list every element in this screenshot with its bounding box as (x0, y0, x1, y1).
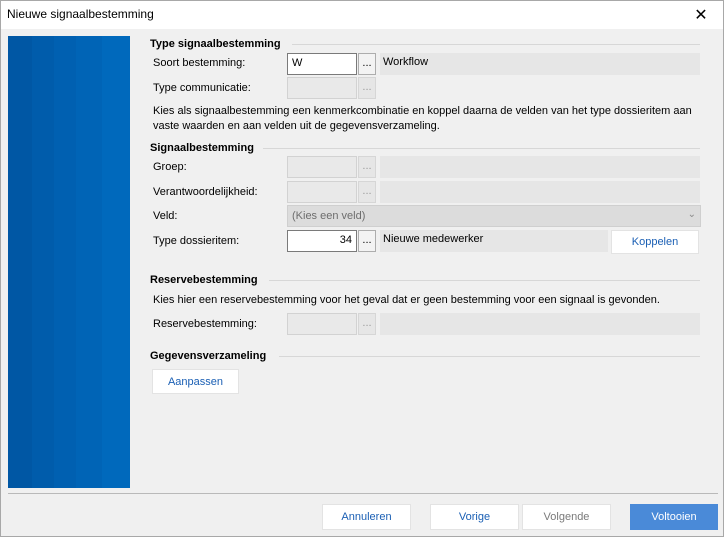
window-title: Nieuwe signaalbestemming (7, 7, 154, 21)
soort-bestemming-label: Soort bestemming: (153, 57, 246, 69)
reservebestemming-description (380, 313, 700, 335)
reservebestemming-input[interactable] (287, 313, 357, 335)
title-bar: Nieuwe signaalbestemming ✕ (1, 1, 723, 29)
type-communicatie-browse-button[interactable]: ... (358, 77, 376, 99)
verantwoordelijkheid-browse-button[interactable]: ... (358, 181, 376, 203)
veld-select-value: (Kies een veld) (292, 210, 366, 222)
veld-label: Veld: (153, 210, 178, 222)
type-dossieritem-description: Nieuwe medewerker (380, 230, 608, 252)
section-divider (279, 356, 700, 357)
type-description-text: Kies als signaalbestemming een kenmerkco… (153, 105, 692, 132)
verantwoordelijkheid-description (380, 181, 700, 203)
type-dossieritem-label: Type dossieritem: (153, 235, 240, 247)
aanpassen-button[interactable]: Aanpassen (152, 369, 239, 394)
reserve-description-text: Kies hier een reservebestemming voor het… (153, 294, 660, 306)
section-title-signaal: Signaalbestemming (150, 142, 254, 154)
vorige-button[interactable]: Vorige (430, 504, 519, 530)
reservebestemming-label: Reservebestemming: (153, 318, 257, 330)
section-title-type: Type signaalbestemming (150, 38, 281, 50)
soort-bestemming-input[interactable]: W (287, 53, 357, 75)
section-title-gegevens: Gegevensverzameling (150, 350, 267, 362)
annuleren-button[interactable]: Annuleren (322, 504, 411, 530)
groep-browse-button[interactable]: ... (358, 156, 376, 178)
wizard-side-panel (8, 36, 130, 488)
type-dossieritem-input[interactable]: 34 (287, 230, 357, 252)
soort-bestemming-browse-button[interactable]: ... (358, 53, 376, 75)
side-panel-stripe (32, 36, 54, 488)
verantwoordelijkheid-label: Verantwoordelijkheid: (153, 186, 258, 198)
section-divider (269, 280, 700, 281)
koppelen-button[interactable]: Koppelen (611, 230, 699, 254)
close-button[interactable]: ✕ (679, 1, 723, 29)
groep-input[interactable] (287, 156, 357, 178)
chevron-down-icon: ⌄ (687, 209, 696, 220)
type-communicatie-label: Type communicatie: (153, 82, 251, 94)
footer-divider (8, 493, 718, 494)
type-communicatie-input[interactable] (287, 77, 357, 99)
section-divider (263, 148, 700, 149)
groep-label: Groep: (153, 161, 187, 173)
volgende-button[interactable]: Volgende (522, 504, 611, 530)
groep-description (380, 156, 700, 178)
voltooien-button[interactable]: Voltooien (630, 504, 718, 530)
dialog-window: Nieuwe signaalbestemming ✕ Type signaalb… (0, 0, 724, 537)
section-title-reserve: Reservebestemming (150, 274, 258, 286)
reservebestemming-browse-button[interactable]: ... (358, 313, 376, 335)
type-dossieritem-browse-button[interactable]: ... (358, 230, 376, 252)
side-panel-stripe (54, 36, 76, 488)
side-panel-stripe (8, 36, 32, 488)
soort-bestemming-description: Workflow (380, 53, 700, 75)
verantwoordelijkheid-input[interactable] (287, 181, 357, 203)
section-divider (292, 44, 700, 45)
side-panel-stripe (76, 36, 102, 488)
veld-select[interactable]: (Kies een veld) ⌄ (287, 205, 701, 227)
side-panel-stripe (102, 36, 130, 488)
